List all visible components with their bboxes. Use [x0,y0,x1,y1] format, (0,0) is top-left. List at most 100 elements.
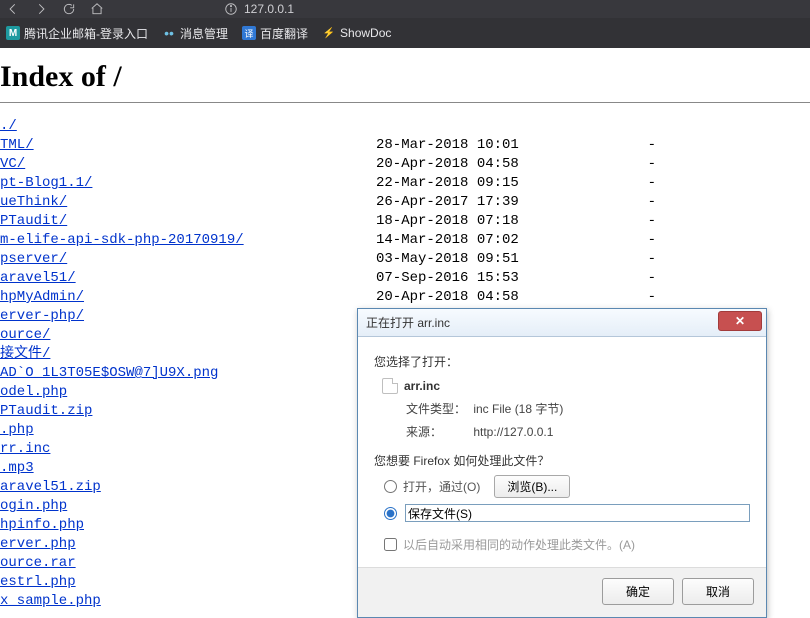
listing-link[interactable]: PTaudit/ [0,213,67,229]
back-icon[interactable] [6,2,20,16]
listing-row: m-elife-api-sdk-php-20170919/14-Mar-2018… [0,231,810,250]
listing-date: 20-Apr-2018 04:58 [376,288,616,307]
address-bar[interactable]: 127.0.0.1 [224,2,294,16]
listing-link[interactable]: AD`O_1L3T05E$OSW@7]U9X.png [0,365,218,381]
listing-link[interactable]: erver.php [0,536,76,552]
listing-link[interactable]: ogin.php [0,498,67,514]
listing-link[interactable]: .mp3 [0,460,34,476]
remember-row[interactable]: 以后自动采用相同的动作处理此类文件。(A) [384,536,750,553]
listing-link[interactable]: m-elife-api-sdk-php-20170919/ [0,232,244,248]
bookmark-icon: 译 [242,26,256,40]
remember-checkbox[interactable] [384,538,397,551]
listing-row: hpMyAdmin/20-Apr-2018 04:58- [0,288,810,307]
listing-date: 03-May-2018 09:51 [376,250,616,269]
listing-link[interactable]: odel.php [0,384,67,400]
listing-link[interactable]: ueThink/ [0,194,67,210]
you-chose-label: 您选择了打开： [374,353,750,370]
cancel-button[interactable]: 取消 [682,578,754,605]
source-label: 来源： [406,423,470,440]
source-row: 来源： http://127.0.0.1 [406,423,750,440]
bookmark-item[interactable]: ⚡ ShowDoc [322,26,391,40]
listing-row: ueThink/26-Apr-2017 17:39- [0,193,810,212]
dialog-body: 您选择了打开： arr.inc 文件类型： inc File (18 字节) 来… [358,337,766,567]
listing-link[interactable]: aravel51/ [0,270,76,286]
save-file-radio[interactable] [384,507,397,520]
file-icon [382,378,398,394]
listing-row: pserver/03-May-2018 09:51- [0,250,810,269]
bookmark-label: 消息管理 [180,25,228,42]
bookmarks-bar: M腾讯企业邮箱-登录入口 •• 消息管理译百度翻译 ⚡ ShowDoc [0,18,810,48]
listing-link[interactable]: ource.rar [0,555,76,571]
listing-link[interactable]: pserver/ [0,251,67,267]
forward-icon[interactable] [34,2,48,16]
listing-size [616,117,656,136]
listing-link[interactable]: rr.inc [0,441,50,457]
bookmark-icon: ⚡ [322,26,336,40]
dialog-titlebar[interactable]: 正在打开 arr.inc ✕ [358,309,766,337]
info-icon [224,2,238,16]
listing-size: - [616,231,656,250]
listing-link[interactable]: aravel51.zip [0,479,101,495]
listing-link[interactable]: pt-Blog1.1/ [0,175,92,191]
bookmark-label: 百度翻译 [260,25,308,42]
open-with-radio[interactable] [384,480,397,493]
separator [0,102,810,103]
home-icon[interactable] [90,2,104,16]
listing-link[interactable]: x_sample.php [0,593,101,609]
ok-button[interactable]: 确定 [602,578,674,605]
save-file-option[interactable] [384,504,750,522]
reload-icon[interactable] [62,2,76,16]
listing-link[interactable]: VC/ [0,156,25,172]
bookmark-label: ShowDoc [340,26,391,40]
listing-size: - [616,212,656,231]
download-dialog: 正在打开 arr.inc ✕ 您选择了打开： arr.inc 文件类型： inc… [357,308,767,618]
listing-link[interactable]: ./ [0,118,17,134]
bookmark-item[interactable]: M腾讯企业邮箱-登录入口 [6,25,148,42]
listing-link[interactable]: hpinfo.php [0,517,84,533]
listing-date: 18-Apr-2018 07:18 [376,212,616,231]
browse-button[interactable]: 浏览(B)... [494,475,570,498]
bookmark-icon: M [6,26,20,40]
file-row: arr.inc [382,378,750,394]
listing-size: - [616,155,656,174]
listing-size: - [616,250,656,269]
listing-link[interactable]: TML/ [0,137,34,153]
listing-link[interactable]: 接文件/ [0,346,50,362]
listing-link[interactable]: erver-php/ [0,308,84,324]
listing-link[interactable]: estrl.php [0,574,76,590]
bookmark-icon: •• [162,26,176,40]
listing-row: pt-Blog1.1/22-Mar-2018 09:15- [0,174,810,193]
listing-date: 20-Apr-2018 04:58 [376,155,616,174]
listing-size: - [616,193,656,212]
close-button[interactable]: ✕ [718,311,762,331]
filetype-row: 文件类型： inc File (18 字节) [406,400,750,417]
listing-link[interactable]: .php [0,422,34,438]
open-with-label: 打开，通过(O) [403,478,480,495]
open-with-option[interactable]: 打开，通过(O) 浏览(B)... [384,475,750,498]
save-file-field[interactable] [405,504,750,522]
listing-date: 28-Mar-2018 10:01 [376,136,616,155]
nav-icons [6,2,104,16]
bookmark-item[interactable]: 译百度翻译 [242,25,308,42]
listing-row: PTaudit/18-Apr-2018 07:18- [0,212,810,231]
close-icon: ✕ [735,314,745,328]
remember-label: 以后自动采用相同的动作处理此类文件。(A) [403,536,635,553]
dialog-title-text: 正在打开 arr.inc [366,314,450,331]
listing-link[interactable]: hpMyAdmin/ [0,289,84,305]
address-text: 127.0.0.1 [244,2,294,16]
listing-link[interactable]: ource/ [0,327,50,343]
listing-date: 22-Mar-2018 09:15 [376,174,616,193]
listing-size: - [616,288,656,307]
listing-size: - [616,174,656,193]
listing-link[interactable]: PTaudit.zip [0,403,92,419]
source-value: http://127.0.0.1 [473,425,553,439]
listing-row: VC/20-Apr-2018 04:58- [0,155,810,174]
listing-date: 26-Apr-2017 17:39 [376,193,616,212]
filetype-label: 文件类型： [406,400,470,417]
listing-size: - [616,269,656,288]
listing-row: TML/28-Mar-2018 10:01- [0,136,810,155]
page-title: Index of / [0,60,810,94]
bookmark-item[interactable]: •• 消息管理 [162,25,228,42]
listing-date [376,117,616,136]
browser-toolbar: 127.0.0.1 [0,0,810,18]
